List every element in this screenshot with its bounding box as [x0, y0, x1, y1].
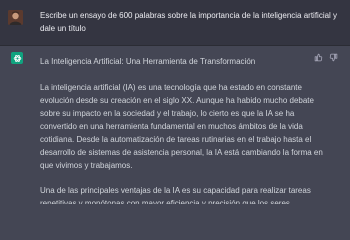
chat-window: Escribe un ensayo de 600 palabras sobre … — [0, 0, 350, 204]
user-message-row: Escribe un ensayo de 600 palabras sobre … — [0, 0, 350, 46]
openai-logo-icon — [13, 54, 21, 62]
user-avatar-photo — [8, 10, 23, 25]
assistant-message-row: La Inteligencia Artificial: Una Herramie… — [0, 46, 350, 204]
essay-paragraph-1: La inteligencia artificial (IA) es una t… — [40, 83, 323, 170]
user-avatar — [8, 10, 23, 25]
essay-paragraph-2: Una de las principales ventajas de la IA… — [40, 186, 311, 204]
user-message-text: Escribe un ensayo de 600 palabras sobre … — [40, 11, 338, 33]
assistant-avatar — [11, 52, 23, 64]
essay-title: La Inteligencia Artificial: Una Herramie… — [40, 57, 256, 66]
thumbs-down-icon[interactable] — [329, 53, 338, 62]
assistant-message-content: La Inteligencia Artificial: Una Herramie… — [40, 55, 324, 204]
